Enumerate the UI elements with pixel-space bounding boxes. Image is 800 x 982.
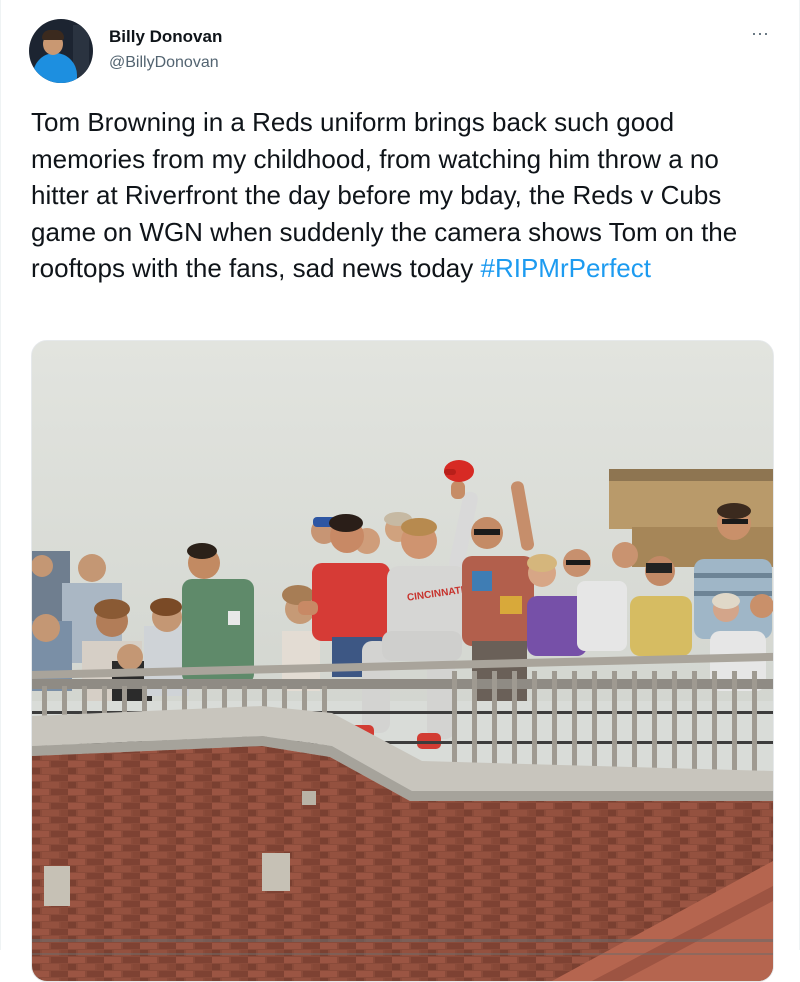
more-options-icon[interactable]: ··· bbox=[751, 24, 769, 42]
avatar-hair bbox=[42, 30, 64, 40]
tweet-text: Tom Browning in a Reds uniform brings ba… bbox=[31, 104, 781, 287]
avatar[interactable] bbox=[29, 19, 93, 83]
photo-rooftop-fans: CINCINNATI bbox=[32, 341, 773, 981]
author-display-name[interactable]: Billy Donovan bbox=[109, 27, 222, 47]
author-handle[interactable]: @BillyDonovan bbox=[109, 54, 219, 72]
tweet-photo[interactable]: CINCINNATI bbox=[31, 340, 774, 982]
avatar-shirt bbox=[33, 53, 77, 83]
hashtag-link[interactable]: #RIPMrPerfect bbox=[480, 253, 651, 283]
tweet-card: Billy Donovan @BillyDonovan ··· Tom Brow… bbox=[0, 0, 800, 982]
